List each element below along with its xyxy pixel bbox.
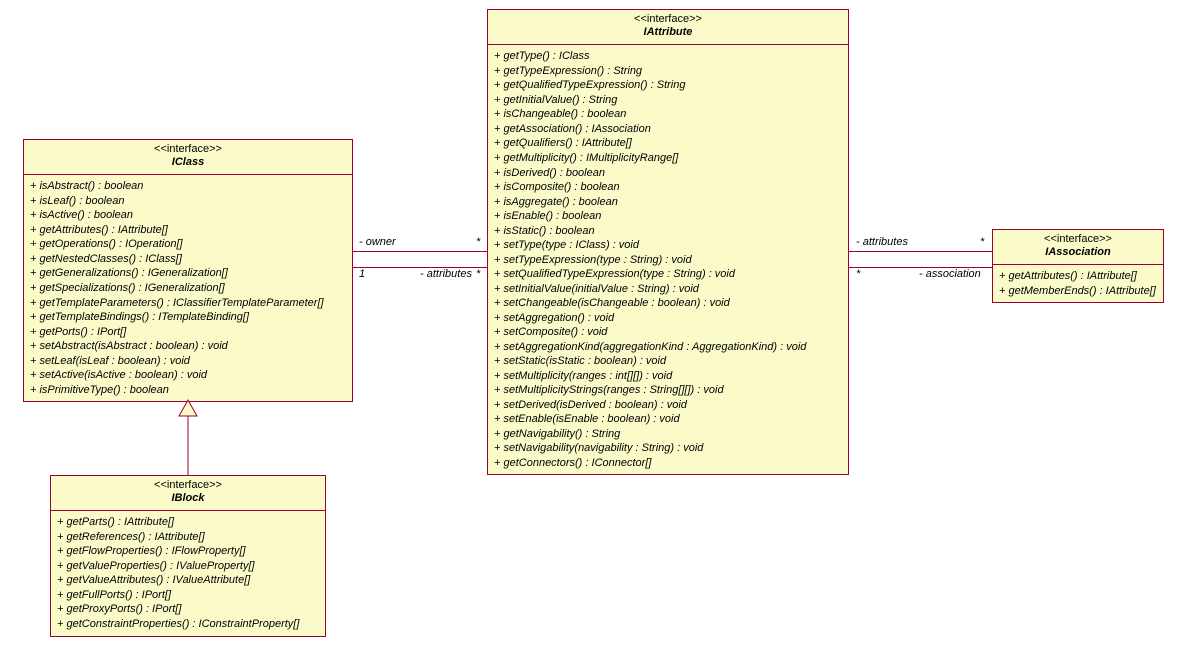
iassociation-header: <<interface>> IAssociation — [993, 230, 1163, 265]
iclass-stereotype: <<interface>> — [30, 143, 346, 156]
iclass-op: + getTemplateParameters() : IClassifierT… — [30, 296, 346, 311]
mult-iclass: 1 — [359, 268, 365, 280]
iclass-op: + setActive(isActive : boolean) : void — [30, 368, 346, 383]
iassociation-stereotype: <<interface>> — [999, 233, 1157, 246]
iclass-op: + isActive() : boolean — [30, 208, 346, 223]
iattribute-op: + setAggregation() : void — [494, 311, 842, 326]
iblock-op: + getReferences() : IAttribute[] — [57, 530, 319, 545]
iattribute-op: + getMultiplicity() : IMultiplicityRange… — [494, 151, 842, 166]
mult-iattr-bottom: * — [476, 268, 480, 280]
iclass-op: + getPorts() : IPort[] — [30, 325, 346, 340]
iattribute-header: <<interface>> IAttribute — [488, 10, 848, 45]
iattribute-op: + getNavigability() : String — [494, 427, 842, 442]
iblock-name: IBlock — [57, 492, 319, 505]
iblock-op: + getValueProperties() : IValueProperty[… — [57, 559, 319, 574]
iattribute-op: + setNavigability(navigability : String)… — [494, 441, 842, 456]
iassociation-op: + getAttributes() : IAttribute[] — [999, 269, 1157, 284]
iclass-op: + isPrimitiveType() : boolean — [30, 383, 346, 398]
iattribute-op: + setMultiplicityStrings(ranges : String… — [494, 383, 842, 398]
iclass-op: + setAbstract(isAbstract : boolean) : vo… — [30, 339, 346, 354]
iblock-op: + getValueAttributes() : IValueAttribute… — [57, 573, 319, 588]
iassociation-box: <<interface>> IAssociation + getAttribut… — [992, 229, 1164, 303]
iattribute-op: + setStatic(isStatic : boolean) : void — [494, 354, 842, 369]
iclass-op: + getTemplateBindings() : ITemplateBindi… — [30, 310, 346, 325]
iclass-op: + isAbstract() : boolean — [30, 179, 346, 194]
iclass-box: <<interface>> IClass + isAbstract() : bo… — [23, 139, 353, 402]
assoc-iattribute-iassociation-line-top — [849, 251, 992, 252]
iclass-op: + getOperations() : IOperation[] — [30, 237, 346, 252]
iattribute-op: + setType(type : IClass) : void — [494, 238, 842, 253]
iclass-op: + getGeneralizations() : IGeneralization… — [30, 266, 346, 281]
iassociation-name: IAssociation — [999, 246, 1157, 259]
iblock-stereotype: <<interface>> — [57, 479, 319, 492]
generalization-iblock-iclass — [179, 400, 199, 476]
iattribute-op: + setAggregationKind(aggregationKind : A… — [494, 340, 842, 355]
iblock-op: + getFlowProperties() : IFlowProperty[] — [57, 544, 319, 559]
iattribute-op: + setComposite() : void — [494, 325, 842, 340]
iassociation-operations: + getAttributes() : IAttribute[] + getMe… — [993, 265, 1163, 302]
iattribute-op: + getConnectors() : IConnector[] — [494, 456, 842, 471]
iblock-op: + getConstraintProperties() : IConstrain… — [57, 617, 319, 632]
iattribute-op: + getAssociation() : IAssociation — [494, 122, 842, 137]
owner-label: - owner — [359, 236, 396, 248]
iattribute-op: + getQualifiedTypeExpression() : String — [494, 78, 842, 93]
iclass-name: IClass — [30, 156, 346, 169]
iattribute-op: + setTypeExpression(type : String) : voi… — [494, 253, 842, 268]
iclass-op: + getNestedClasses() : IClass[] — [30, 252, 346, 267]
iattribute-op: + setMultiplicity(ranges : int[][]) : vo… — [494, 369, 842, 384]
iattribute-op: + isEnable() : boolean — [494, 209, 842, 224]
mult-right-top: * — [980, 236, 984, 248]
iclass-operations: + isAbstract() : boolean + isLeaf() : bo… — [24, 175, 352, 401]
mult-iattr-top: * — [476, 236, 480, 248]
iclass-op: + isLeaf() : boolean — [30, 194, 346, 209]
iblock-op: + getProxyPorts() : IPort[] — [57, 602, 319, 617]
iclass-op: + getSpecializations() : IGeneralization… — [30, 281, 346, 296]
iattribute-op: + getTypeExpression() : String — [494, 64, 842, 79]
iblock-box: <<interface>> IBlock + getParts() : IAtt… — [50, 475, 326, 637]
iattribute-op: + isStatic() : boolean — [494, 224, 842, 239]
iattribute-op: + setInitialValue(initialValue : String)… — [494, 282, 842, 297]
iblock-op: + getFullPorts() : IPort[] — [57, 588, 319, 603]
attributes-label-left: - attributes — [420, 268, 472, 280]
iattribute-stereotype: <<interface>> — [494, 13, 842, 26]
iattribute-name: IAttribute — [494, 26, 842, 39]
mult-right-bottom: * — [856, 268, 860, 280]
iblock-header: <<interface>> IBlock — [51, 476, 325, 511]
iattribute-op: + isComposite() : boolean — [494, 180, 842, 195]
iblock-operations: + getParts() : IAttribute[] + getReferen… — [51, 511, 325, 635]
iattribute-operations: + getType() : IClass + getTypeExpression… — [488, 45, 848, 474]
iclass-header: <<interface>> IClass — [24, 140, 352, 175]
attributes-label-right: - attributes — [856, 236, 908, 248]
iattribute-op: + isChangeable() : boolean — [494, 107, 842, 122]
iclass-op: + setLeaf(isLeaf : boolean) : void — [30, 354, 346, 369]
assoc-iclass-iattribute-line-top — [353, 251, 487, 252]
association-label: - association — [919, 268, 981, 280]
iattribute-op: + setQualifiedTypeExpression(type : Stri… — [494, 267, 842, 282]
iattribute-box: <<interface>> IAttribute + getType() : I… — [487, 9, 849, 475]
iassociation-op: + getMemberEnds() : IAttribute[] — [999, 284, 1157, 299]
iattribute-op: + setEnable(isEnable : boolean) : void — [494, 412, 842, 427]
iattribute-op: + setChangeable(isChangeable : boolean) … — [494, 296, 842, 311]
iattribute-op: + setDerived(isDerived : boolean) : void — [494, 398, 842, 413]
iattribute-op: + getInitialValue() : String — [494, 93, 842, 108]
iattribute-op: + getQualifiers() : IAttribute[] — [494, 136, 842, 151]
iattribute-op: + isAggregate() : boolean — [494, 195, 842, 210]
iattribute-op: + isDerived() : boolean — [494, 166, 842, 181]
iclass-op: + getAttributes() : IAttribute[] — [30, 223, 346, 238]
iblock-op: + getParts() : IAttribute[] — [57, 515, 319, 530]
iattribute-op: + getType() : IClass — [494, 49, 842, 64]
